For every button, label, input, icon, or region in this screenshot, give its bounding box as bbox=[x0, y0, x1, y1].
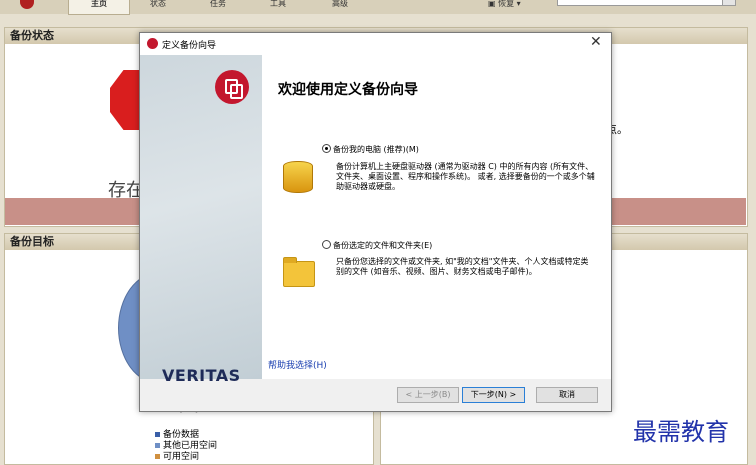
dialog-titlebar: 定义备份向导 ✕ bbox=[140, 33, 611, 55]
tab-advanced[interactable]: 高级 bbox=[310, 0, 370, 14]
restore-label: 恢复 bbox=[498, 0, 515, 8]
cancel-button[interactable]: 取消 bbox=[536, 387, 598, 403]
legend-swatch bbox=[155, 443, 160, 448]
legend-item: 其他已用空间 bbox=[155, 441, 217, 451]
dialog-title: 定义备份向导 bbox=[162, 41, 217, 51]
legend-label: 其他已用空间 bbox=[163, 441, 218, 451]
search-input[interactable] bbox=[557, 0, 724, 6]
next-button[interactable]: 下一步(N) > bbox=[462, 387, 525, 403]
wizard-heading: 欢迎使用定义备份向导 bbox=[278, 82, 418, 98]
backup-wizard-dialog: 定义备份向导 ✕ VERITAS 欢迎使用定义备份向导 备份我的电脑 (推荐)(… bbox=[139, 32, 612, 412]
backup-computer-label[interactable]: 备份我的电脑 (推荐)(M) bbox=[333, 144, 419, 155]
tab-tasks[interactable]: 任务 bbox=[188, 0, 248, 14]
legend-swatch bbox=[155, 432, 160, 437]
legend-label: 备份数据 bbox=[163, 430, 200, 440]
backup-computer-radio[interactable] bbox=[322, 144, 331, 153]
close-icon[interactable]: ✕ bbox=[590, 34, 602, 50]
search-button[interactable] bbox=[722, 0, 736, 6]
app-logo bbox=[20, 0, 34, 9]
tab-status[interactable]: 状态 bbox=[128, 0, 188, 14]
tab-tools[interactable]: 工具 bbox=[248, 0, 308, 14]
backup-files-label[interactable]: 备份选定的文件和文件夹(E) bbox=[333, 240, 432, 251]
watermark: 最需教育 bbox=[633, 418, 729, 446]
veritas-logo-icon bbox=[147, 38, 158, 49]
backup-files-description: 只备份您选择的文件或文件夹, 如"我的文档"文件夹、个人文档或特定类别的文件 (… bbox=[336, 257, 589, 276]
legend-label: 可用空间 bbox=[163, 452, 200, 462]
folder-icon bbox=[283, 257, 315, 287]
tab-home[interactable]: 主页 bbox=[68, 0, 130, 15]
top-tab-bar: 主页 状态 任务 工具 高级 ▣ 恢复 ▾ bbox=[0, 0, 756, 15]
status-error-bar-right bbox=[610, 198, 746, 225]
legend-item: 备份数据 bbox=[155, 430, 199, 440]
backup-files-radio[interactable] bbox=[322, 240, 331, 249]
help-me-choose-link[interactable]: 帮助我选择(H) bbox=[268, 358, 327, 371]
dialog-side-banner: VERITAS bbox=[140, 55, 262, 385]
veritas-logo-icon bbox=[215, 70, 249, 104]
legend-swatch bbox=[155, 454, 160, 459]
status-error-bar-left bbox=[5, 198, 139, 225]
database-icon bbox=[283, 161, 313, 193]
back-button[interactable]: < 上一步(B) bbox=[397, 387, 459, 403]
veritas-brand: VERITAS bbox=[162, 366, 241, 385]
legend-item: 可用空间 bbox=[155, 452, 199, 462]
restore-menu[interactable]: ▣ 恢复 ▾ bbox=[488, 0, 521, 8]
backup-computer-description: 备份计算机上主硬盘驱动器 (通常为驱动器 C) 中的所有内容 (所有文件、文件夹… bbox=[336, 162, 595, 191]
